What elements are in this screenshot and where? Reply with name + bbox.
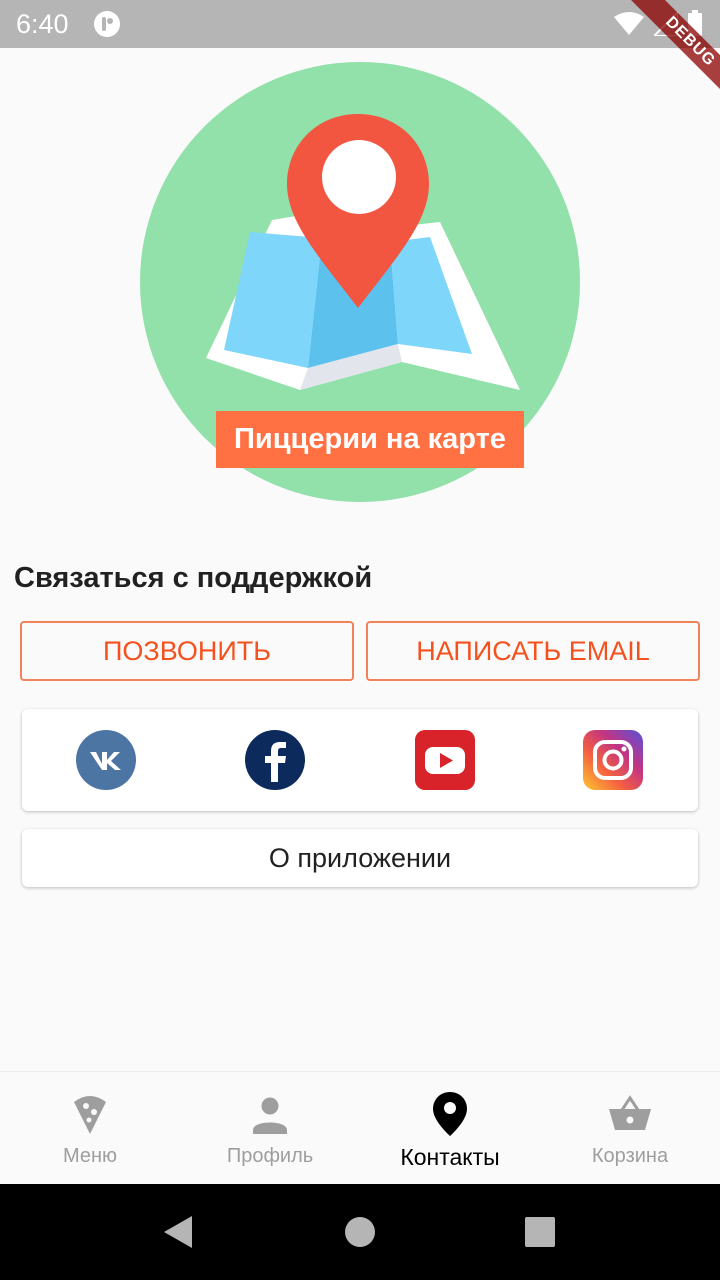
basket-icon: [609, 1095, 651, 1130]
status-bar: 6:40: [0, 0, 720, 48]
nav-label-menu: Меню: [62, 1145, 118, 1167]
facebook-icon[interactable]: [245, 730, 305, 790]
map-label[interactable]: Пиццерии на карте: [216, 411, 524, 468]
support-heading: Связаться с поддержкой: [14, 562, 373, 594]
cell-signal-icon: [654, 12, 678, 36]
nav-item-cart[interactable]: Корзина: [540, 1072, 720, 1185]
social-card: [22, 709, 698, 811]
person-icon: [253, 1097, 287, 1134]
status-time: 6:40: [16, 9, 69, 39]
instagram-icon[interactable]: [583, 730, 643, 790]
youtube-icon[interactable]: [415, 730, 475, 790]
nav-label-contacts: Контакты: [400, 1144, 500, 1170]
about-app-button[interactable]: О приложении: [22, 829, 698, 887]
wifi-icon: [614, 12, 644, 35]
nav-item-contacts[interactable]: Контакты: [360, 1072, 540, 1185]
back-icon[interactable]: [162, 1215, 194, 1249]
vk-icon[interactable]: [76, 730, 136, 790]
battery-icon: [688, 10, 702, 36]
nav-item-profile[interactable]: Профиль: [180, 1072, 360, 1185]
app-notification-icon: [94, 11, 120, 37]
nav-label-profile: Профиль: [226, 1145, 314, 1167]
recent-apps-icon[interactable]: [525, 1217, 555, 1247]
email-button[interactable]: НАПИСАТЬ EMAIL: [366, 621, 700, 681]
pizza-icon: [74, 1096, 106, 1134]
location-pin-icon: [433, 1092, 467, 1136]
home-icon[interactable]: [344, 1216, 376, 1248]
call-button[interactable]: ПОЗВОНИТЬ: [20, 621, 354, 681]
nav-label-cart: Корзина: [591, 1145, 669, 1167]
nav-item-menu[interactable]: Меню: [0, 1072, 180, 1185]
bottom-navigation: Меню Профиль Контакты Корзина: [0, 1071, 720, 1185]
